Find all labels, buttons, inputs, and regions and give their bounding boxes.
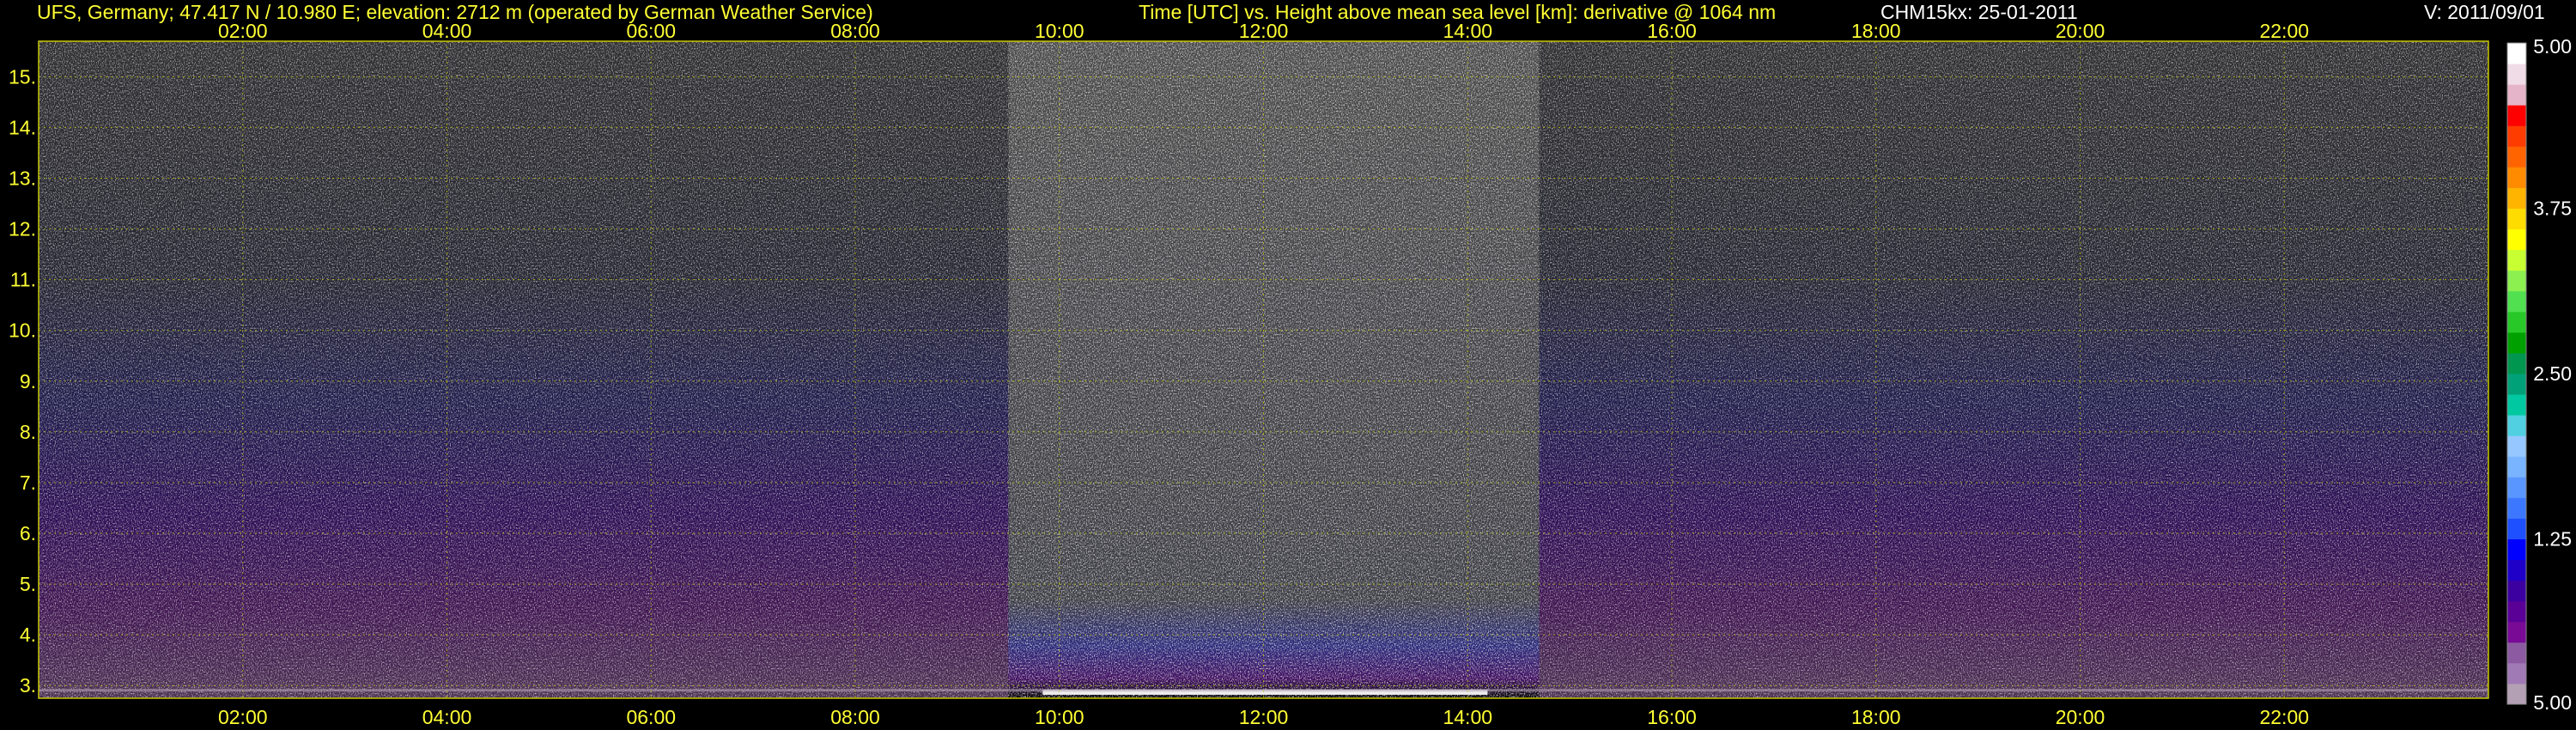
x-tick-label-top: 04:00 [422, 20, 472, 42]
x-tick-label-bottom: 10:00 [1035, 706, 1084, 728]
y-tick-label: 10. [9, 319, 36, 342]
colorbar-segment [2507, 538, 2526, 561]
colorbar-segment [2507, 270, 2526, 292]
y-tick-label: 12. [9, 218, 36, 240]
colorbar-segment [2507, 332, 2526, 354]
y-tick-label: 6. [20, 522, 36, 544]
x-tick-label-bottom: 06:00 [626, 706, 676, 728]
colorbar-segment [2507, 208, 2526, 230]
colorbar-segment [2507, 228, 2526, 251]
x-tick-label-top: 16:00 [1647, 20, 1697, 42]
colorbar-segment [2507, 105, 2526, 126]
colorbar-segment [2507, 497, 2526, 519]
colorbar-segment [2507, 352, 2526, 374]
colorbar-segment [2507, 84, 2526, 106]
colorbar-label: 3.75 [2533, 198, 2572, 220]
colorbar-label: 1.25 [2533, 528, 2572, 551]
colorbar-segment [2507, 167, 2526, 188]
x-tick-label-top: 12:00 [1239, 20, 1289, 42]
x-tick-label-top: 02:00 [218, 20, 268, 42]
x-tick-label-bottom: 08:00 [830, 706, 880, 728]
y-tick-label: 13. [9, 167, 36, 189]
x-tick-label-bottom: 16:00 [1647, 706, 1697, 728]
x-tick-label-top: 22:00 [2259, 20, 2309, 42]
colorbar-segment [2507, 621, 2526, 643]
x-tick-label-bottom: 14:00 [1443, 706, 1492, 728]
colorbar-segment [2507, 580, 2526, 602]
y-tick-label: 15. [9, 65, 36, 88]
y-tick-label: 11. [10, 269, 36, 291]
colorbar-segment [2507, 518, 2526, 539]
colorbar-segment [2507, 394, 2526, 416]
colorbar-label: 5.00 [2533, 35, 2572, 58]
colorbar-segment [2507, 146, 2526, 167]
colorbar-segment [2507, 311, 2526, 333]
x-tick-label-top: 14:00 [1443, 20, 1492, 42]
colorbar-segment [2507, 456, 2526, 478]
y-tick-label: 8. [20, 421, 36, 443]
y-tick-label: 14. [9, 116, 36, 138]
x-tick-label-top: 10:00 [1035, 20, 1084, 42]
x-tick-label-top: 08:00 [830, 20, 880, 42]
x-tick-label-top: 18:00 [1851, 20, 1901, 42]
y-tick-label: 7. [20, 471, 36, 494]
colorbar-segment [2507, 415, 2526, 436]
colorbar-segment [2507, 559, 2526, 581]
lidar-heatmap-chart: 02:00 02:00 04:00 04:00 06:00 06:00 08:00 08:00… [9, 20, 2572, 728]
daytime-noise-texture [1008, 41, 1540, 698]
colorbar-segment [2507, 43, 2526, 64]
x-tick-label-top: 06:00 [626, 20, 676, 42]
colorbar-segment [2507, 64, 2526, 85]
x-tick-label-bottom: 20:00 [2056, 706, 2105, 728]
colorbar-segment [2507, 187, 2526, 209]
colorbar-segment [2507, 477, 2526, 498]
colorbar-segment [2507, 125, 2526, 147]
colorbar-segment [2507, 683, 2526, 705]
colorbar-label: 2.50 [2533, 362, 2572, 385]
colorbar-segment [2507, 249, 2526, 271]
y-tick-label: 3. [20, 674, 36, 697]
x-tick-label-bottom: 18:00 [1851, 706, 1901, 728]
colorbar-segment [2507, 435, 2526, 457]
colorbar-segment [2507, 662, 2526, 684]
x-tick-label-bottom: 12:00 [1239, 706, 1289, 728]
colorbar-segment [2507, 600, 2526, 623]
colorbar-segment [2507, 290, 2526, 313]
x-tick-label-bottom: 22:00 [2259, 706, 2309, 728]
y-tick-label: 5. [20, 573, 36, 595]
x-tick-label-top: 20:00 [2056, 20, 2105, 42]
x-tick-label-bottom: 04:00 [422, 706, 472, 728]
colorbar-segment [2507, 642, 2526, 664]
colorbar-label: 5.00 [2533, 691, 2572, 714]
x-tick-label-bottom: 02:00 [218, 706, 268, 728]
y-tick-label: 9. [20, 370, 36, 392]
colorbar-segment [2507, 374, 2526, 395]
y-tick-label: 4. [20, 624, 36, 646]
